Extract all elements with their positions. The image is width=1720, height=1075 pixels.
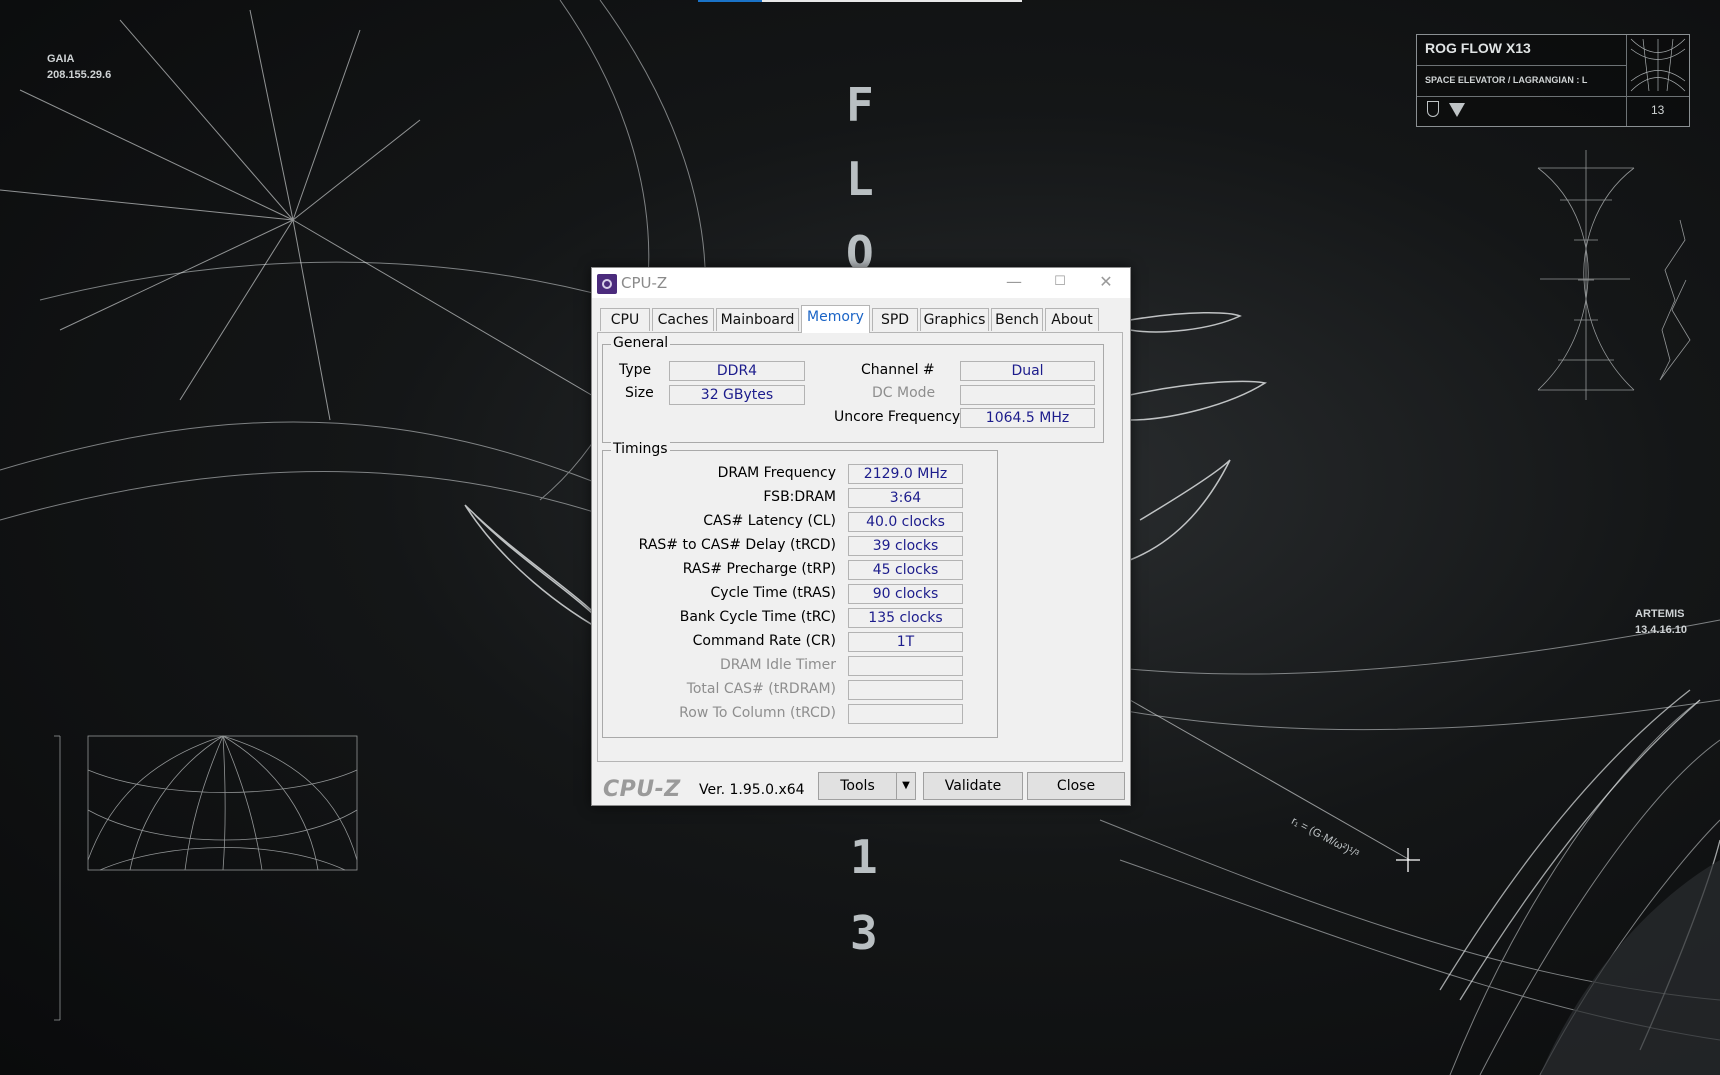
- wallpaper-digit-1: 1: [850, 830, 878, 884]
- rog-card: ROG FLOW X13 SPACE ELEVATOR / LAGRANGIAN…: [1416, 34, 1690, 127]
- rog-subtitle: SPACE ELEVATOR / LAGRANGIAN : L: [1425, 75, 1588, 85]
- timing-value: 2129.0 MHz: [848, 464, 963, 484]
- artemis-ip: 13.4.16.10: [1635, 624, 1687, 636]
- timing-value: [848, 680, 963, 700]
- timing-label: FSB:DRAM: [763, 489, 836, 505]
- timing-value: 39 clocks: [848, 536, 963, 556]
- version-label: Ver. 1.95.0.x64: [699, 782, 805, 798]
- chevron-down-icon: ▼: [902, 780, 910, 791]
- timing-label: DRAM Idle Timer: [719, 657, 836, 673]
- tab-graphics[interactable]: Graphics: [920, 308, 989, 331]
- minimize-button[interactable]: —: [991, 268, 1037, 298]
- timing-label: RAS# Precharge (tRP): [682, 561, 836, 577]
- channel-label: Channel #: [861, 362, 935, 378]
- rog-triangle-icon: [1449, 103, 1465, 117]
- timing-label: DRAM Frequency: [717, 465, 836, 481]
- rog-shield-icon: [1427, 101, 1439, 117]
- timing-label: Command Rate (CR): [692, 633, 836, 649]
- timing-label: Total CAS# (tRDRAM): [686, 681, 836, 697]
- rog-number: 13: [1651, 103, 1665, 117]
- maximize-button[interactable]: ☐: [1037, 268, 1083, 298]
- window-titlebar[interactable]: CPU-Z — ☐ ✕: [592, 268, 1130, 298]
- timing-value: [848, 656, 963, 676]
- tab-bench[interactable]: Bench: [991, 308, 1043, 331]
- timing-value: 135 clocks: [848, 608, 963, 628]
- rog-grid-icon: [1630, 38, 1686, 92]
- footer-bar: CPU-Z Ver. 1.95.0.x64 Tools ▼ Validate C…: [592, 768, 1130, 805]
- dcmode-label: DC Mode: [872, 385, 936, 401]
- gaia-label: GAIA: [47, 53, 75, 65]
- type-label: Type: [619, 362, 652, 378]
- timing-value: 90 clocks: [848, 584, 963, 604]
- uncore-value: 1064.5 MHz: [960, 408, 1095, 428]
- tools-button[interactable]: Tools: [818, 772, 897, 800]
- tab-cpu[interactable]: CPU: [600, 308, 650, 331]
- cpuz-app-icon: [597, 274, 617, 294]
- memory-tab-panel: General Type DDR4 Size 32 GBytes Channel…: [597, 332, 1123, 762]
- cpuz-window: CPU-Z — ☐ ✕ CPU Caches Mainboard Memory …: [591, 267, 1131, 806]
- artemis-label: ARTEMIS: [1635, 608, 1685, 620]
- timing-value: 45 clocks: [848, 560, 963, 580]
- gaia-ip: 208.155.29.6: [47, 69, 112, 81]
- tab-caches[interactable]: Caches: [652, 308, 714, 331]
- rog-title: ROG FLOW X13: [1425, 40, 1531, 56]
- tools-dropdown-button[interactable]: ▼: [896, 772, 916, 800]
- tab-about[interactable]: About: [1045, 308, 1099, 331]
- timing-label: Row To Column (tRCD): [679, 705, 836, 721]
- timing-value: 40.0 clocks: [848, 512, 963, 532]
- timings-group-title: Timings: [611, 441, 670, 457]
- general-group: General Type DDR4 Size 32 GBytes Channel…: [602, 335, 1104, 443]
- wallpaper-digit-3: 3: [850, 906, 878, 960]
- tab-memory[interactable]: Memory: [801, 305, 870, 333]
- validate-button[interactable]: Validate: [923, 772, 1023, 800]
- timings-group: Timings DRAM Frequency 2129.0 MHz FSB:DRAM…: [602, 441, 998, 738]
- close-button[interactable]: Close: [1027, 772, 1125, 800]
- window-title: CPU-Z: [621, 274, 668, 292]
- uncore-label: Uncore Frequency: [834, 409, 961, 425]
- timing-value: [848, 704, 963, 724]
- size-label: Size: [625, 385, 654, 401]
- cpuz-brand-logo: CPU-Z: [603, 777, 681, 802]
- channel-value: Dual: [960, 361, 1095, 381]
- dcmode-value: [960, 385, 1095, 405]
- tab-mainboard[interactable]: Mainboard: [716, 308, 799, 331]
- timing-label: RAS# to CAS# Delay (tRCD): [638, 537, 836, 553]
- top-progress-indicator: [698, 0, 1022, 2]
- timing-label: Cycle Time (tRAS): [710, 585, 836, 601]
- wallpaper-letter-f: F: [846, 78, 874, 132]
- timing-value: 1T: [848, 632, 963, 652]
- timing-value: 3:64: [848, 488, 963, 508]
- wallpaper-letter-l: L: [846, 152, 874, 206]
- type-value: DDR4: [669, 361, 805, 381]
- timing-label: CAS# Latency (CL): [703, 513, 836, 529]
- close-window-button[interactable]: ✕: [1083, 268, 1129, 298]
- timing-label: Bank Cycle Time (tRC): [679, 609, 836, 625]
- tab-spd[interactable]: SPD: [872, 308, 918, 331]
- general-group-title: General: [611, 335, 671, 351]
- size-value: 32 GBytes: [669, 385, 805, 405]
